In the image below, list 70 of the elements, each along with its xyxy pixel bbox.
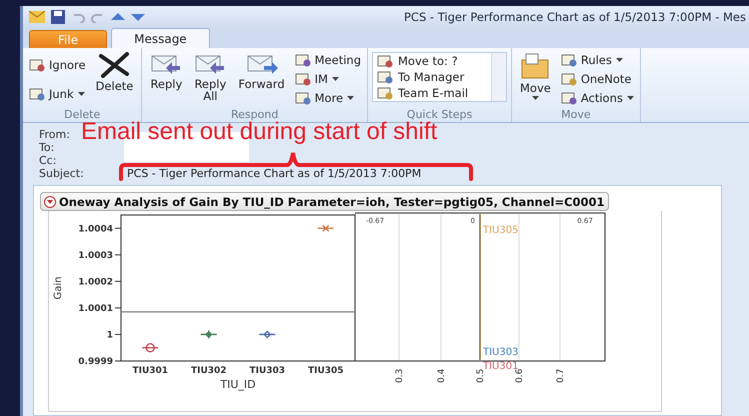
bottom-tick-label: 0.6 (515, 368, 525, 383)
bottom-tick-label: 0.4 (437, 368, 447, 383)
ribbon-button[interactable]: Move (516, 50, 555, 108)
point (264, 330, 271, 338)
y-tick-label: 0.9999 (78, 357, 113, 367)
bottom-tick-label: 0.3 (395, 368, 405, 383)
ribbon-button[interactable]: Reply (146, 50, 186, 108)
ribbon-small-icon (377, 54, 393, 68)
ribbon-small-icon (560, 52, 577, 67)
group-label: Move (560, 108, 592, 122)
ribbon-small-icon (294, 91, 311, 106)
y-tick-label: 1.0001 (78, 304, 113, 314)
ribbon-small-icon (560, 91, 577, 106)
quick-step-button[interactable]: Move to: ? (373, 53, 491, 69)
ribbon-small-icon (29, 86, 45, 100)
point (322, 224, 330, 232)
undo-icon[interactable] (71, 11, 85, 23)
ribbon-button[interactable]: OneNote (558, 72, 636, 86)
header-label: Subject: (39, 167, 85, 180)
report-title-bar[interactable]: Oneway Analysis of Gain By TIU_ID Parameter=ioh, Tester=pgtig05, Channel=C0001 (40, 192, 609, 211)
quick-step-button[interactable]: To Manager (373, 69, 491, 85)
ribbon-button[interactable]: Rules (558, 52, 636, 67)
report-title: Oneway Analysis of Gain By TIU_ID Parameter=ioh, Tester=pgtig05, Channel=C0001 (59, 194, 605, 208)
delete-x-icon (97, 52, 132, 78)
bottom-tick-label: 0.7 (556, 368, 566, 383)
y-tick-label: 1.0002 (78, 277, 113, 288)
header-label: Cc: (39, 154, 58, 167)
ribbon-small-icon (377, 70, 393, 84)
bottom-tick-label: 0.5 (476, 368, 486, 383)
x-tick-label: TIU305 (308, 366, 344, 376)
redo-icon[interactable] (91, 11, 105, 23)
ribbon-button[interactable]: Junk (27, 86, 88, 100)
up-arrow-icon[interactable] (111, 12, 125, 22)
gallery-scrollbar[interactable] (491, 53, 506, 101)
y-tick-label: 1 (106, 330, 113, 340)
ribbon-small-icon (29, 58, 45, 72)
ribbon-button[interactable]: Ignore (27, 58, 88, 72)
y-tick-label: 1.0003 (78, 250, 113, 261)
quick-step-button[interactable]: Team E-mail (373, 85, 491, 101)
ribbon-button[interactable]: More (292, 91, 363, 106)
ribbon-button[interactable]: Meeting (292, 52, 363, 67)
point-label: TIU303 (483, 347, 518, 358)
data-point (259, 330, 276, 338)
save-icon[interactable] (51, 10, 65, 24)
down-arrow-icon[interactable] (131, 12, 145, 22)
x-axis-title: TIU_ID (220, 378, 256, 391)
ribbon-button[interactable]: IM (292, 72, 363, 86)
ribbon-tab[interactable]: Message (111, 28, 210, 48)
mail-icon (29, 11, 45, 23)
ribbon-small-icon (560, 72, 577, 86)
x-tick-label: TIU302 (190, 366, 227, 376)
ribbon-small-icon (294, 72, 311, 86)
data-point (200, 330, 217, 340)
window-title: PCS - Tiger Performance Chart as of 1/5/2013 7:00PM - Mes (404, 10, 746, 24)
data-point (318, 224, 334, 232)
subject-value: PCS - Tiger Performance Chart as of 1/5/2013 7:00PM (127, 167, 422, 180)
point-label: TIU305 (483, 225, 518, 236)
ribbon-button[interactable]: Forward (234, 50, 289, 108)
ribbon-small-icon (294, 52, 311, 67)
ribbon-small-icon (377, 86, 393, 100)
header-label: To: (39, 141, 56, 154)
ribbon-button[interactable]: Actions (558, 91, 636, 106)
y-axis-title: Gain (53, 276, 64, 300)
data-point (142, 343, 158, 352)
x-tick-label: TIU301 (132, 366, 168, 376)
x-tick-label: TIU303 (249, 366, 286, 376)
ribbon-button[interactable]: Reply All (190, 50, 230, 108)
folder-icon (520, 52, 550, 80)
ribbon-button[interactable]: Delete (92, 50, 138, 108)
y-tick-label: 1.0004 (78, 224, 113, 234)
